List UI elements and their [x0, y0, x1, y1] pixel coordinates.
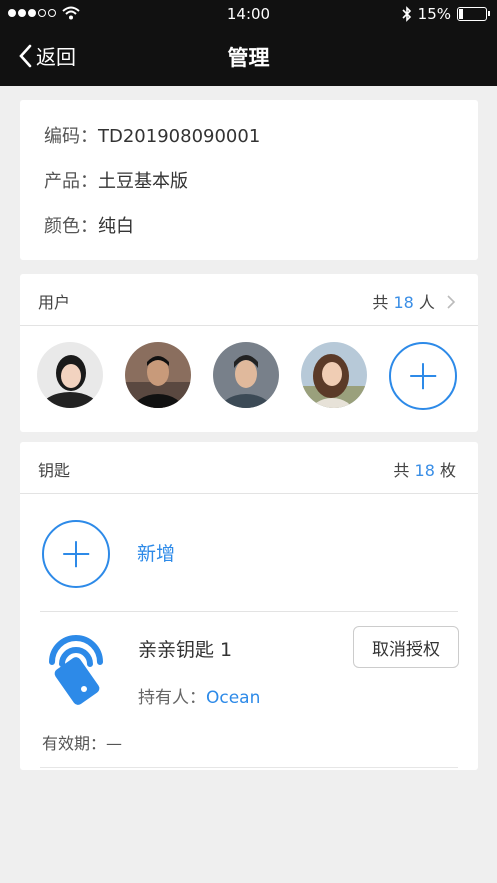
product-row: 产品：土豆基本版 [44, 167, 188, 193]
validity-value: — [106, 734, 123, 753]
divider [40, 611, 458, 612]
add-key-label[interactable]: 新增 [137, 539, 175, 566]
keys-title: 钥匙 [38, 461, 71, 480]
validity-row: 有效期：— [42, 730, 122, 754]
holder-name: Ocean [206, 688, 261, 708]
color-value: 纯白 [98, 216, 134, 237]
holder-label: 持有人： [138, 688, 206, 708]
users-count-number: 18 [393, 293, 414, 312]
keys-header: 钥匙 共 18 枚 [20, 442, 478, 494]
chevron-right-icon [447, 295, 456, 309]
users-header[interactable]: 用户 共 18 人 [20, 274, 478, 326]
keys-count-number: 18 [414, 461, 435, 480]
keys-count: 共 18 枚 [393, 457, 456, 481]
color-row: 颜色：纯白 [44, 212, 134, 238]
code-row: 编码：TD201908090001 [44, 122, 260, 148]
nav-bar: 返回 管理 [0, 30, 497, 86]
add-key-button[interactable] [42, 520, 110, 588]
bluetooth-icon [402, 6, 411, 22]
status-right: 15% [402, 5, 490, 23]
code-label: 编码： [44, 126, 98, 147]
users-card: 用户 共 18 人 [20, 274, 478, 432]
nfc-key-icon [49, 635, 103, 705]
device-info-card: 编码：TD201908090001 产品：土豆基本版 颜色：纯白 [20, 100, 478, 260]
avatar[interactable] [37, 342, 103, 408]
keys-card: 钥匙 共 18 枚 新增 亲亲钥匙 1 取消授权 持有人：Ocean 有效期：— [20, 442, 478, 770]
avatar[interactable] [213, 342, 279, 408]
status-bar: 14:00 15% [0, 0, 497, 30]
add-user-button[interactable] [389, 342, 457, 410]
product-label: 产品： [44, 171, 98, 192]
product-value: 土豆基本版 [98, 171, 188, 192]
users-count-suffix: 人 [418, 293, 435, 312]
battery-text: 15% [417, 5, 451, 23]
page-title: 管理 [227, 46, 270, 70]
battery-icon [457, 7, 490, 21]
holder-row: 持有人：Ocean [138, 683, 260, 708]
key-name: 亲亲钥匙 1 [138, 639, 233, 661]
validity-label: 有效期： [42, 734, 107, 753]
battery-fill [459, 9, 464, 19]
users-count: 共 18 人 [372, 289, 456, 313]
keys-count-suffix: 枚 [439, 461, 456, 480]
avatar[interactable] [125, 342, 191, 408]
divider [40, 767, 458, 768]
users-count-prefix: 共 [372, 293, 389, 312]
revoke-authorization-button[interactable]: 取消授权 [353, 626, 459, 668]
keys-count-prefix: 共 [393, 461, 410, 480]
color-label: 颜色： [44, 216, 98, 237]
users-title: 用户 [38, 293, 71, 312]
code-value: TD201908090001 [98, 126, 261, 147]
avatar[interactable] [301, 342, 367, 408]
